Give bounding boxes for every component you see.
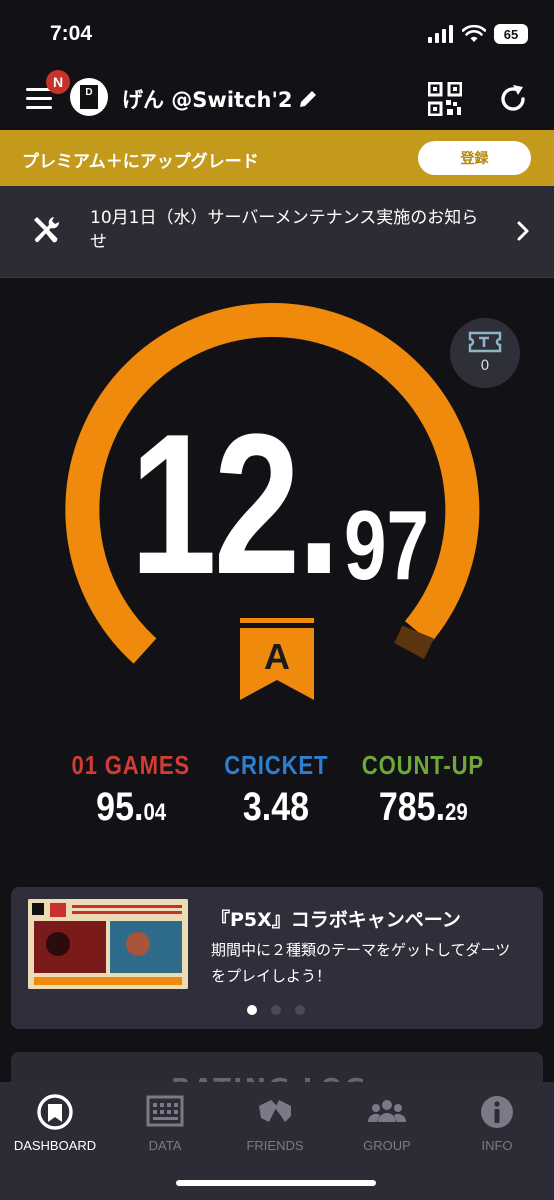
stat-value: 95.04 <box>96 785 166 829</box>
ticket-count: 0 <box>480 358 490 374</box>
tab-friends[interactable]: FRIENDS <box>220 1092 330 1153</box>
carousel-dot[interactable] <box>271 1005 281 1015</box>
stat-value: 785.29 <box>378 785 468 829</box>
tab-label: INFO <box>481 1138 513 1153</box>
friends-icon <box>255 1092 295 1132</box>
tab-label: FRIENDS <box>246 1138 304 1153</box>
tab-label: DASHBOARD <box>13 1138 97 1153</box>
tab-info[interactable]: INFO <box>442 1092 552 1153</box>
tab-label: GROUP <box>363 1138 411 1153</box>
campaign-card[interactable]: 『P5X』コラボキャンペーン 期間中に２種類のテーマをゲットしてダーツをプレイし… <box>11 887 543 1029</box>
carousel-dot[interactable] <box>295 1005 305 1015</box>
ticket-button[interactable]: 0 <box>450 318 520 388</box>
grade-flag-topline <box>240 618 314 623</box>
group-icon <box>367 1092 407 1132</box>
campaign-description: 期間中に２種類のテーマをゲットしてダーツをプレイしよう！ <box>211 941 511 985</box>
ticket-icon <box>468 331 502 353</box>
stat-label: 01 GAMES <box>71 750 191 780</box>
tab-data[interactable]: DATA <box>110 1092 220 1153</box>
dashboard-icon <box>35 1092 75 1132</box>
data-icon <box>145 1092 185 1132</box>
campaign-image <box>28 899 188 989</box>
stat-value: 3.48 <box>242 785 310 829</box>
gauge-remainder <box>393 625 434 660</box>
stat-label: CRICKET <box>223 750 329 780</box>
carousel-dots <box>247 1005 305 1015</box>
stat-label: COUNT-UP <box>361 750 485 780</box>
tab-label: DATA <box>148 1138 182 1153</box>
stat-count-up[interactable]: COUNT-UP 785.29 <box>333 750 513 830</box>
info-icon <box>477 1092 517 1132</box>
tab-group[interactable]: GROUP <box>332 1092 442 1153</box>
rating-decimal: 97 <box>344 490 430 600</box>
home-indicator <box>176 1180 376 1186</box>
carousel-dot[interactable] <box>247 1005 257 1015</box>
rating-integer: 12. <box>130 393 341 616</box>
tab-dashboard[interactable]: DASHBOARD <box>0 1092 110 1153</box>
campaign-title: 『P5X』コラボキャンペーン <box>211 909 461 931</box>
rating-grade: A <box>264 636 290 677</box>
